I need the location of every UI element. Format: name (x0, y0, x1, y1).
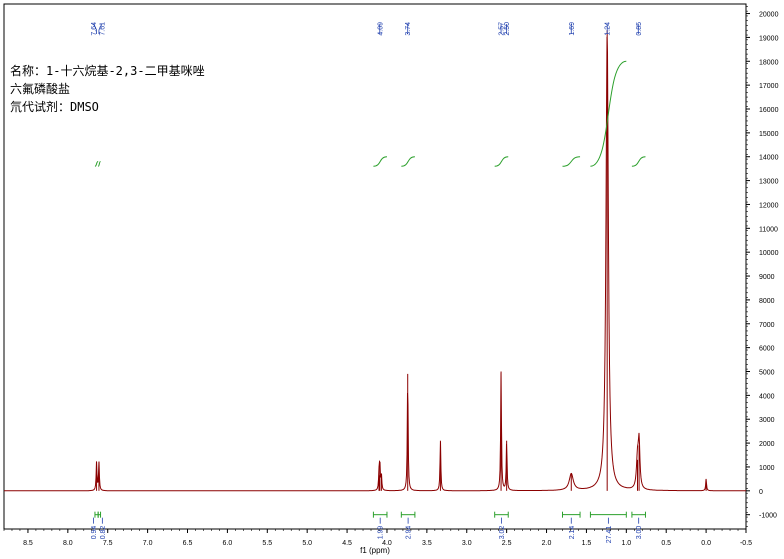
x-tick-label: 5.0 (302, 540, 312, 547)
peak-label: 1.24 (605, 22, 612, 36)
x-tick-label: 8.0 (63, 540, 73, 547)
peak-label: 7.61 (99, 22, 106, 36)
y-tick-label: 11000 (759, 226, 778, 233)
x-tick-label: 2.5 (502, 540, 512, 547)
y-tick-label: 1000 (759, 465, 775, 472)
x-tick-label: 5.5 (262, 540, 272, 547)
y-tick-label: 3000 (759, 417, 775, 424)
y-tick-label: -1000 (759, 513, 777, 520)
x-tick-label: 6.0 (223, 540, 233, 547)
y-tick-label: 20000 (759, 12, 779, 19)
x-tick-label: 6.5 (183, 540, 193, 547)
y-tick-label: 19000 (759, 35, 779, 42)
y-tick-label: 16000 (759, 107, 779, 114)
compound-name-line1: 名称：1-十六烷基-2,3-二甲基咪唑 (10, 64, 205, 78)
y-tick-label: 13000 (759, 179, 779, 186)
peak-label: 4.09 (377, 22, 384, 36)
x-axis-label: f1 (ppm) (360, 546, 390, 555)
x-tick-label: 1.0 (621, 540, 631, 547)
spectrum-series (4, 30, 746, 492)
integral-curve (562, 156, 581, 167)
x-tick-label: 8.5 (23, 540, 33, 547)
peak-label: 3.74 (405, 22, 412, 36)
y-tick-label: 10000 (759, 250, 779, 257)
peak-label: 0.85 (636, 22, 643, 36)
y-tick-label: 18000 (759, 59, 779, 66)
integral-curve (94, 161, 99, 167)
y-tick-label: 4000 (759, 393, 775, 400)
y-tick-label: 9000 (759, 274, 775, 281)
x-tick-label: 3.5 (422, 540, 432, 547)
y-tick-label: 2000 (759, 441, 775, 448)
integral-value: 2.94 (406, 526, 413, 540)
integral-curve (494, 156, 509, 167)
peak-label: 7.64 (91, 22, 98, 36)
integral-value: 1.99 (378, 526, 385, 540)
integral-bars: 0.94 0.82 1.99 2.94 3.02 2.14 27.41 3.00 (91, 511, 646, 544)
peak-labels: 7.64 7.61 4.09 3.74 2.572.50 1.69 1.24 0.85 (91, 22, 643, 36)
y-tick-label: 14000 (759, 155, 779, 162)
integral-value: 0.82 (100, 526, 107, 540)
x-tick-label: 1.5 (582, 540, 592, 547)
x-tick-label: 7.5 (103, 540, 113, 547)
integral-curve (631, 156, 646, 167)
x-tick-label: 7.0 (143, 540, 153, 547)
x-tick-label: -0.5 (740, 540, 752, 547)
x-tick-label: 2.0 (542, 540, 552, 547)
integral-value: 2.14 (569, 526, 576, 540)
y-tick-label: 5000 (759, 370, 775, 377)
compound-name-line2: 六氟磷酸盐 (10, 82, 71, 96)
x-tick-label: 4.5 (342, 540, 352, 547)
peak-label: 1.69 (569, 22, 576, 36)
y-tick-label: 12000 (759, 202, 779, 209)
integral-curve (373, 156, 388, 167)
peak-label: 2.50 (504, 22, 511, 36)
x-tick-label: 0.5 (661, 540, 671, 547)
integral-value: 27.41 (606, 526, 613, 544)
spectrum-line (4, 36, 746, 492)
y-tick-label: 6000 (759, 346, 775, 353)
y-tick-label: 17000 (759, 83, 779, 90)
integral-value: 3.02 (499, 526, 506, 540)
integral-value: 0.94 (91, 526, 98, 540)
y-tick-label: 8000 (759, 298, 775, 305)
integral-curve (97, 161, 101, 167)
y-axis: 2000019000180001700016000150001400013000… (746, 6, 779, 527)
solvent-label: 氘代试剂：DMSO (10, 100, 99, 114)
integral-value: 3.00 (636, 526, 643, 540)
integral-curve (401, 156, 415, 167)
x-tick-label: 0.0 (701, 540, 711, 547)
y-tick-label: 15000 (759, 131, 779, 138)
plot-frame (3, 3, 747, 530)
x-tick-label: 3.0 (462, 540, 472, 547)
nmr-spectrum-chart: 0.94 0.82 1.99 2.94 3.02 2.14 27.41 3.00 7.64 7.… (3, 3, 779, 555)
y-tick-label: 0 (759, 489, 763, 496)
y-tick-label: 7000 (759, 322, 775, 329)
